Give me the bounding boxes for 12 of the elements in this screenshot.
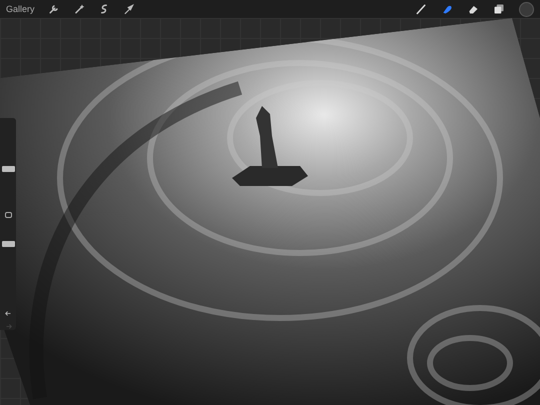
brush-icon[interactable] [415, 3, 427, 15]
magic-wand-icon[interactable] [72, 3, 85, 15]
slider-thumb[interactable] [2, 166, 15, 172]
wrench-icon[interactable] [48, 3, 60, 15]
gallery-button[interactable]: Gallery [6, 4, 35, 14]
slider-thumb[interactable] [2, 240, 15, 247]
arrow-icon[interactable] [122, 3, 135, 15]
layers-icon[interactable] [493, 3, 505, 15]
color-swatch[interactable] [519, 2, 534, 16]
undo-icon[interactable] [4, 310, 12, 317]
smudge-icon[interactable] [441, 3, 453, 15]
eraser-icon[interactable] [467, 3, 479, 15]
